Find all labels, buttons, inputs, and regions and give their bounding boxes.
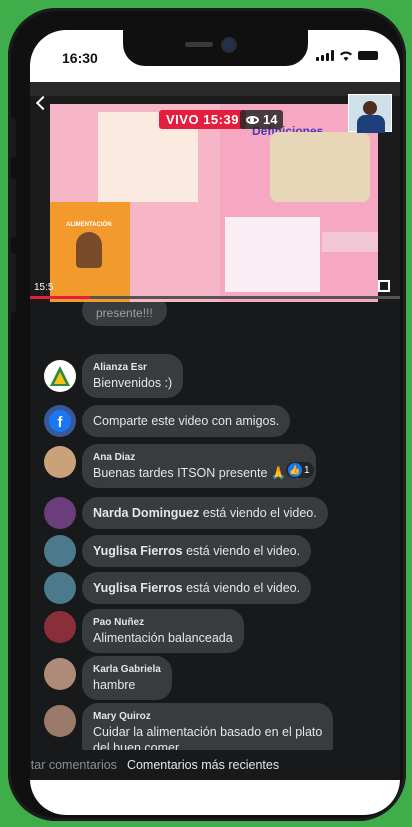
comment-bubble: Yuglisa Fierros está viendo el video. (82, 535, 312, 567)
comment-text: hambre (93, 678, 136, 692)
volume-up-button (10, 178, 16, 238)
nutriente-label (322, 232, 378, 252)
comment-bubble: Narda Dominguez está viendo el video. (82, 497, 328, 529)
fullscreen-icon[interactable] (378, 280, 390, 292)
comment-bubble: Ana Diaz Buenas tardes ITSON presente 🙏 … (82, 444, 317, 488)
avatar[interactable] (44, 572, 76, 604)
wifi-icon (340, 51, 352, 61)
comments-panel: presente!!! Alianza Esr Bienvenidos :) f… (30, 302, 400, 750)
comment-tabs: ltar comentarios Comentarios más recient… (30, 750, 400, 780)
slide-section-label: ALIMENTACIÓN (66, 222, 112, 228)
facebook-avatar[interactable]: f (44, 405, 76, 437)
comment-bubble: Pao Nuñez Alimentación balanceada (82, 609, 244, 653)
comment-author[interactable]: Alianza Esr (93, 361, 172, 375)
eye-icon (246, 115, 259, 124)
comment-bubble-partial: presente!!! (82, 302, 167, 326)
progress-fill (30, 296, 90, 299)
progress-bar[interactable] (30, 296, 400, 299)
comment-text: está viendo el video. (202, 506, 317, 520)
comment-bubble: Yuglisa Fierros está viendo el video. (82, 572, 312, 604)
notch (123, 30, 308, 66)
comment-text: Buenas tardes ITSON presente 🙏 💙 (93, 466, 306, 480)
comment-author[interactable]: Yuglisa Fierros (93, 581, 183, 595)
comment-text-line2: del buen comer (93, 741, 180, 750)
nutrient-grid (225, 217, 320, 292)
comment-text: está viendo el video. (186, 581, 301, 595)
avatar[interactable] (44, 658, 76, 690)
presenter-figure (76, 232, 102, 268)
presenter-body (357, 115, 385, 133)
viewer-number: 14 (263, 112, 278, 127)
avatar[interactable] (44, 446, 76, 478)
tab-recent-comments[interactable]: Comentarios más recientes (127, 758, 279, 772)
comment-text: está viendo el video. (186, 544, 301, 558)
status-icons (316, 50, 378, 61)
phone-frame: 16:30 ALIMENTACIÓN Definiciones VIVO 15:… (8, 8, 406, 821)
like-icon: 👍 (288, 463, 302, 477)
side-button (10, 118, 16, 158)
comment-text-line1: Cuidar la alimentación basado en el plat… (93, 725, 323, 739)
live-label: VIVO (166, 112, 200, 127)
presenter-pip (348, 94, 392, 133)
live-duration: 15:39 (203, 112, 239, 127)
comment-author[interactable]: Karla Gabriela (93, 663, 161, 677)
food-image (270, 132, 370, 202)
reaction-count: 1 (304, 464, 310, 476)
comment-author[interactable]: Yuglisa Fierros (93, 544, 183, 558)
comment-bubble: Mary Quiroz Cuidar la alimentación basad… (82, 703, 334, 750)
comment-author[interactable]: Ana Diaz (93, 451, 305, 465)
avatar[interactable] (44, 497, 76, 529)
elapsed-time: 15:5 (34, 282, 54, 293)
video-browser-bar (30, 82, 400, 96)
comment-text: Bienvenidos :) (93, 376, 173, 390)
comment-bubble: Comparte este video con amigos. (82, 405, 291, 437)
phone-screen: 16:30 ALIMENTACIÓN Definiciones VIVO 15:… (30, 30, 400, 815)
avatar[interactable] (44, 535, 76, 567)
comment-author[interactable]: Pao Nuñez (93, 616, 233, 630)
speaker (185, 42, 213, 47)
avatar[interactable] (44, 705, 76, 737)
live-badge: VIVO 15:39 (159, 110, 246, 129)
status-time: 16:30 (62, 50, 98, 66)
avatar[interactable] (44, 611, 76, 643)
alianza-logo-icon (50, 366, 70, 386)
facebook-icon: f (49, 410, 71, 432)
comment-author[interactable]: Narda Dominguez (93, 506, 199, 520)
avatar[interactable] (44, 360, 76, 392)
live-video[interactable]: ALIMENTACIÓN Definiciones VIVO 15:39 14 … (30, 82, 400, 302)
like-reaction[interactable]: 👍 1 (286, 462, 314, 478)
back-chevron-icon[interactable] (35, 95, 51, 111)
comment-bubble: Karla Gabriela hambre (82, 656, 172, 700)
presenter-head (363, 101, 377, 115)
signal-icon (316, 50, 334, 61)
comment-text: Alimentación balanceada (93, 631, 233, 645)
comment-bubble: Alianza Esr Bienvenidos :) (82, 354, 184, 398)
volume-down-button (10, 253, 16, 313)
front-camera (221, 37, 237, 53)
battery-icon (358, 51, 378, 60)
viewer-count: 14 (240, 110, 284, 129)
tab-top-comments[interactable]: ltar comentarios (30, 758, 117, 772)
comment-author[interactable]: Mary Quiroz (93, 710, 322, 724)
